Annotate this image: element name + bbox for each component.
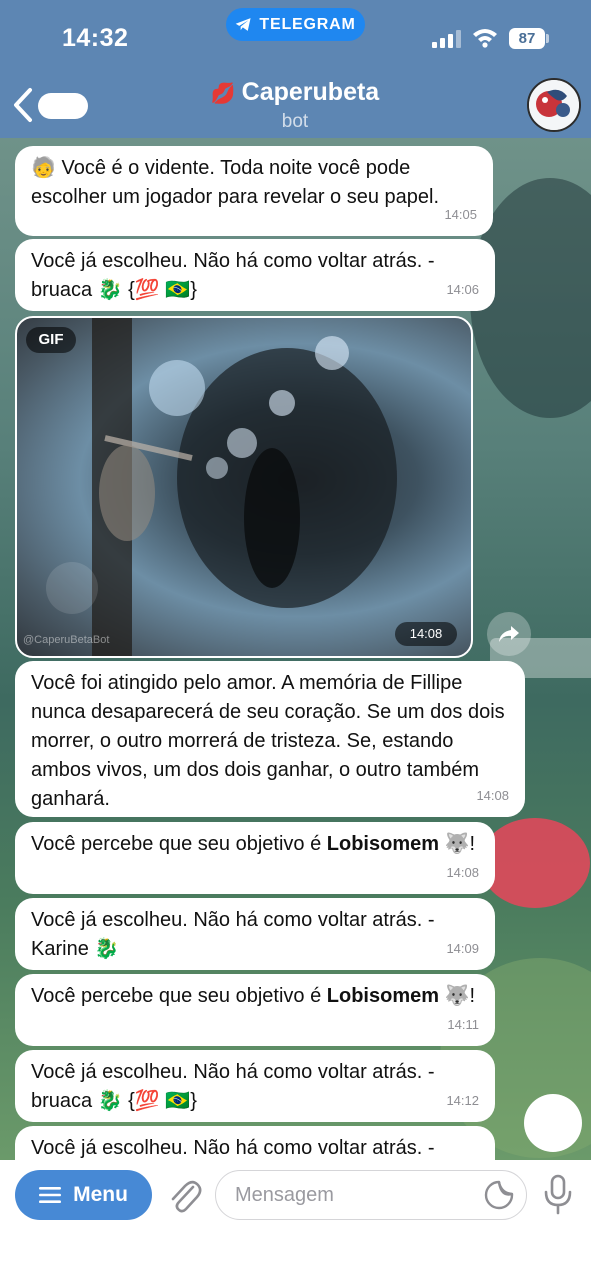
message-text: Você foi atingido pelo amor. A memória d…: [31, 672, 505, 810]
share-button[interactable]: [487, 612, 531, 656]
menu-button[interactable]: Menu: [15, 1170, 152, 1220]
hamburger-icon: [39, 1187, 62, 1203]
chat-area[interactable]: 🧓 Você é o vidente. Toda noite você pode…: [0, 138, 591, 1160]
message-time: 14:12: [446, 1093, 479, 1108]
gif-preview: [46, 318, 397, 656]
message-bubble[interactable]: Você já escolheu. Não há como voltar atr…: [15, 898, 495, 970]
gif-message[interactable]: GIF @CaperuBetaBot 14:08: [15, 316, 473, 658]
message-bubble[interactable]: Você já escolheu. Não há como voltar atr…: [15, 1050, 495, 1122]
microphone-icon[interactable]: [543, 1174, 573, 1216]
battery-tip: [546, 34, 549, 43]
telegram-return-pill[interactable]: TELEGRAM: [226, 8, 365, 41]
gif-badge: GIF: [26, 327, 76, 353]
message-time: 14:08: [395, 622, 457, 646]
message-time: 14:11: [447, 1017, 479, 1032]
battery-icon: 87: [509, 28, 545, 49]
objective-bold: Lobisomem: [326, 833, 440, 855]
lips-emoji: 💋: [210, 83, 236, 105]
sticker-icon[interactable]: [484, 1180, 514, 1210]
scroll-down-button[interactable]: [524, 1094, 582, 1152]
chat-title-block[interactable]: 💋 Caperubeta bot: [150, 78, 440, 133]
unread-count-pill: [38, 93, 88, 119]
share-icon: [499, 626, 519, 642]
telegram-plane-icon: [236, 18, 251, 31]
signal-icon: [432, 30, 461, 48]
menu-label: Menu: [73, 1183, 128, 1206]
message-text: Você já escolheu. Não há como voltar atr…: [31, 250, 435, 301]
message-input[interactable]: [215, 1170, 527, 1220]
gif-watermark: @CaperuBetaBot: [23, 634, 110, 646]
message-time: 14:08: [476, 788, 509, 803]
chat-header: 14:32 TELEGRAM 87 💋 Caperubeta bot: [0, 0, 591, 138]
wifi-icon: [473, 29, 497, 48]
avatar-image: [529, 80, 579, 130]
objective-bold: Lobisomem: [326, 985, 440, 1007]
message-text: Você já escolheu. Não há como voltar atr…: [31, 909, 435, 960]
paperclip-icon[interactable]: [166, 1175, 202, 1215]
message-bubble[interactable]: Você já escolheu. Não há como voltar atr…: [15, 239, 495, 311]
telegram-pill-label: TELEGRAM: [259, 15, 356, 33]
chat-title: 💋 Caperubeta: [150, 78, 440, 107]
bot-avatar[interactable]: [527, 78, 581, 132]
message-time: 14:08: [446, 865, 479, 880]
message-time: 14:06: [446, 282, 479, 297]
chat-subtitle: bot: [281, 111, 309, 132]
message-bubble[interactable]: Você percebe que seu objetivo é Lobisome…: [15, 974, 495, 1046]
message-bubble[interactable]: 🧓 Você é o vidente. Toda noite você pode…: [15, 146, 493, 236]
message-text: Você percebe que seu objetivo é Lobisome…: [31, 985, 476, 1007]
back-chevron-icon: [14, 88, 32, 122]
chat-title-text: Caperubeta: [241, 78, 380, 106]
status-time: 14:32: [62, 24, 129, 52]
message-text: Você já escolheu. Não há como voltar atr…: [31, 1061, 435, 1112]
message-text: 🧓 Você é o vidente. Toda noite você pode…: [31, 157, 440, 208]
back-button[interactable]: [10, 86, 88, 126]
message-time: 14:05: [444, 207, 477, 222]
message-time: 14:09: [446, 941, 479, 956]
input-bar: Menu: [0, 1160, 591, 1280]
message-text: Você já escolheu. Não há como voltar atr…: [31, 1137, 435, 1159]
message-bubble[interactable]: Você percebe que seu objetivo é Lobisome…: [15, 822, 495, 894]
message-text: Você percebe que seu objetivo é Lobisome…: [31, 833, 476, 855]
message-bubble[interactable]: Você foi atingido pelo amor. A memória d…: [15, 661, 525, 817]
message-bubble[interactable]: Você já escolheu. Não há como voltar atr…: [15, 1126, 495, 1160]
wallpaper-blob: [480, 818, 590, 908]
